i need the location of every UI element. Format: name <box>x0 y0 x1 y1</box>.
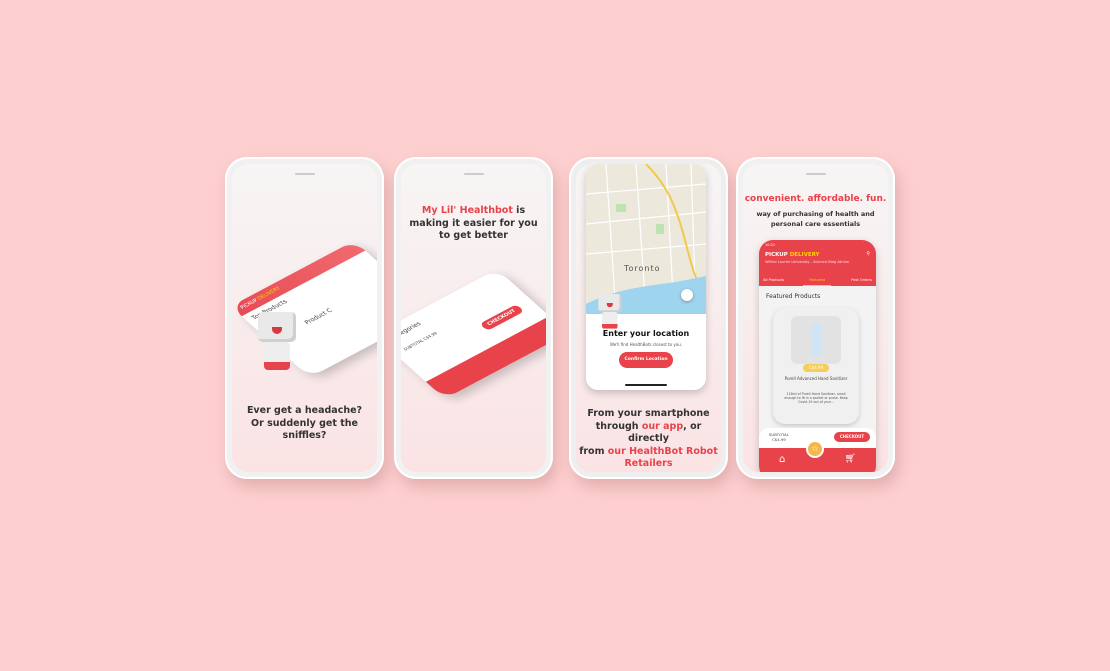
phone-mockup-3: Toronto Enter your location We'll find H… <box>569 157 728 479</box>
phone-mockup-1: PICKUP DELIVERY Top Products Product C E… <box>225 157 384 479</box>
home-indicator <box>625 384 667 386</box>
phone-mockup-4: convenient. affordable. fun. way of purc… <box>736 157 895 479</box>
subtitle: way of purchasing of health and personal … <box>743 209 888 229</box>
subtitle-line: personal care essentials <box>770 220 861 228</box>
tagline: convenient. affordable. fun. <box>744 194 887 204</box>
caption-line: Ever get a headache? <box>246 405 363 416</box>
speaker <box>463 173 484 175</box>
subtotal-value: C$4.99 <box>772 437 786 442</box>
confirm-location-button[interactable]: Confirm Location <box>619 352 673 368</box>
bottom-nav: ⌂ ☆ 🛒︎ <box>759 440 876 472</box>
checkout-button[interactable]: CHECKOUT <box>834 432 870 442</box>
caption-line: From your smartphone <box>587 408 710 419</box>
tilted-app-preview: Categories SUBTOTAL C$4.99 CHECKOUT <box>401 269 546 399</box>
caption-text: through <box>595 420 642 432</box>
product-card[interactable]: C$4.99 Purell Advanced Hand Sanitizer 11… <box>773 308 859 424</box>
screen: PICKUP DELIVERY Top Products Product C E… <box>232 164 377 472</box>
sanitizer-bottle-icon <box>811 324 821 356</box>
location-text[interactable]: Wilfrid Laurier University - Science Bld… <box>765 260 865 264</box>
retailers-highlight: our HealthBot Robot <box>607 445 718 457</box>
caption-line: Retailers <box>624 458 673 469</box>
cart-icon[interactable]: 🛒︎ <box>845 454 856 464</box>
home-icon[interactable]: ⌂ <box>779 454 785 465</box>
product-description: 118ml of Purell Hand Sanitizer, small en… <box>784 392 848 404</box>
star-favorites-icon[interactable]: ☆ <box>806 440 824 458</box>
caption-text: from <box>579 445 608 457</box>
screen: My Lil' Healthbot is making it easier fo… <box>401 164 546 472</box>
section-heading: Featured Products <box>766 293 821 300</box>
speaker <box>294 173 315 175</box>
caption-line: Or suddenly get the <box>251 417 358 429</box>
app-header: 10:21 PICKUP DELIVERY ⚲ Wilfrid Laurier … <box>759 240 876 286</box>
phone-mockup-2: My Lil' Healthbot is making it easier fo… <box>394 157 553 479</box>
delivery-toggle[interactable]: DELIVERY <box>790 252 820 258</box>
product-name: Purell Advanced Hand Sanitizer <box>784 376 848 381</box>
caption-line: sniffles? <box>282 430 327 441</box>
subtitle-line: way of purchasing of health and <box>756 210 875 218</box>
screen: Toronto Enter your location We'll find H… <box>576 164 721 472</box>
our-app-highlight: our app <box>641 420 684 432</box>
map-view[interactable]: Toronto <box>586 164 706 314</box>
caption: Ever get a headache? Or suddenly get the… <box>232 405 377 443</box>
price-badge: C$4.99 <box>803 364 829 372</box>
tab-past-orders[interactable]: Past Orders <box>851 278 872 282</box>
location-subtitle: We'll find HealthBots closest to you. <box>609 342 683 347</box>
pickup-toggle[interactable]: PICKUP <box>765 252 788 258</box>
location-title: Enter your location <box>602 329 690 338</box>
brand-highlight: My Lil' Healthbot <box>421 205 513 216</box>
locate-me-button[interactable] <box>681 289 693 301</box>
healthbot-mascot <box>596 294 624 332</box>
tab-all-products[interactable]: All Products <box>763 278 784 282</box>
map-city-label: Toronto <box>624 264 661 273</box>
caption: My Lil' Healthbot is making it easier fo… <box>401 205 546 243</box>
caption-text: is <box>512 205 526 216</box>
tab-featured[interactable]: Featured <box>803 278 831 286</box>
user-icon[interactable]: ⚲ <box>866 251 870 257</box>
inner-app-phone: 10:21 PICKUP DELIVERY ⚲ Wilfrid Laurier … <box>759 240 876 472</box>
screen: convenient. affordable. fun. way of purc… <box>743 164 888 472</box>
speaker <box>805 173 826 175</box>
status-time: 10:21 <box>765 243 776 247</box>
caption-line: to get better <box>439 230 508 241</box>
inner-phone: Toronto Enter your location We'll find H… <box>586 164 706 390</box>
product-image <box>791 316 841 364</box>
caption: From your smartphone through our app, or… <box>576 408 721 471</box>
caption-line: making it easier for you <box>409 217 538 229</box>
healthbot-mascot <box>254 312 300 376</box>
